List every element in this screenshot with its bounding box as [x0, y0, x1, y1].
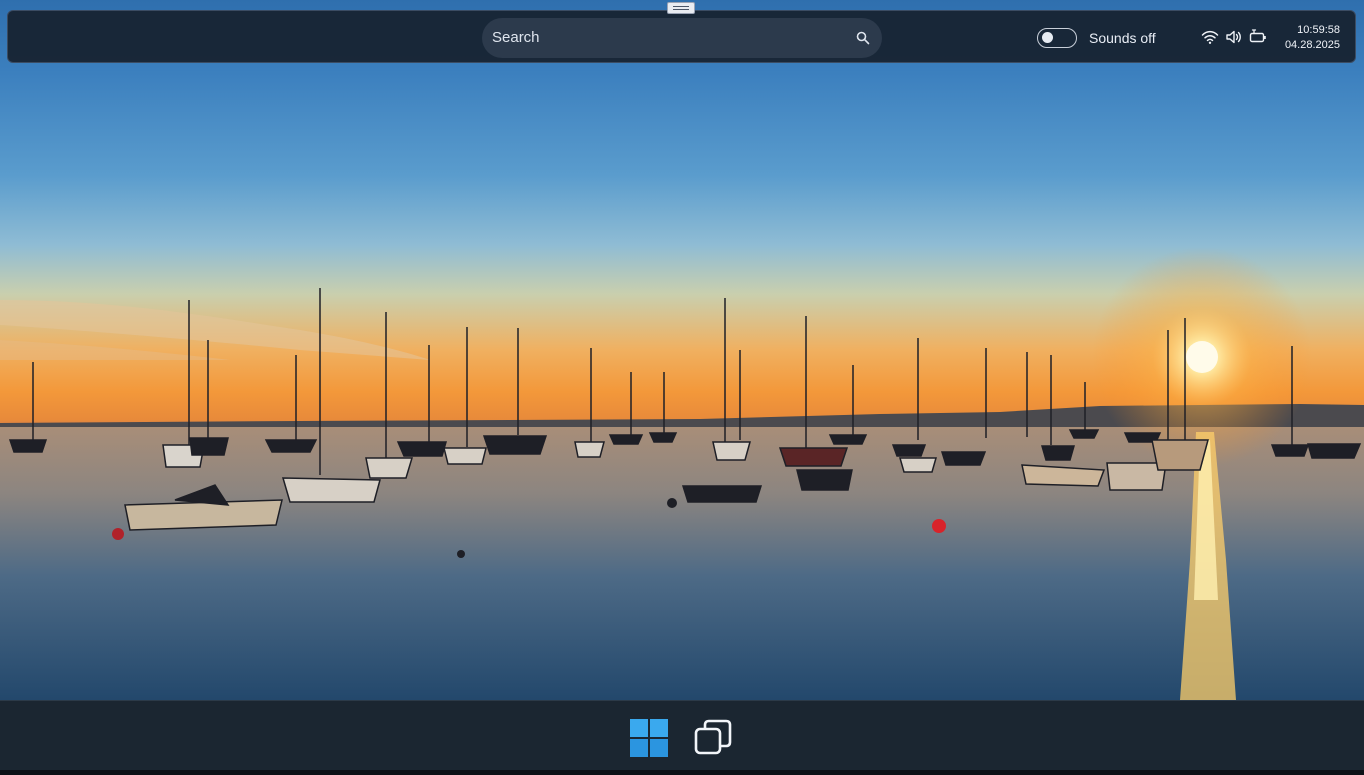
top-bar-drag-handle[interactable]	[667, 2, 695, 14]
task-view-button[interactable]	[692, 717, 734, 759]
sounds-label: Sounds off	[1089, 30, 1156, 46]
windows-logo-icon	[630, 719, 668, 757]
bottom-edge	[0, 770, 1364, 775]
desktop-wallpaper	[0, 0, 1364, 700]
start-button[interactable]	[628, 717, 670, 759]
sounds-toggle[interactable]	[1037, 28, 1077, 48]
top-bar: Search Sounds off 10:59:58 04.28.2025	[7, 10, 1356, 63]
wifi-icon[interactable]	[1201, 28, 1219, 46]
volume-icon[interactable]	[1225, 28, 1243, 46]
taskbar	[0, 700, 1364, 770]
battery-icon[interactable]	[1249, 28, 1267, 46]
clock-date[interactable]: 04.28.2025	[1285, 39, 1340, 51]
toggle-knob	[1042, 32, 1053, 43]
search-box[interactable]: Search	[482, 18, 882, 58]
task-view-icon	[694, 719, 732, 755]
search-placeholder: Search	[492, 29, 540, 46]
search-icon[interactable]	[856, 31, 870, 45]
clock-time[interactable]: 10:59:58	[1297, 24, 1340, 36]
